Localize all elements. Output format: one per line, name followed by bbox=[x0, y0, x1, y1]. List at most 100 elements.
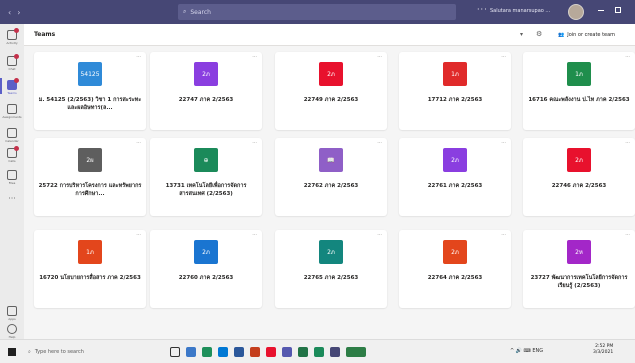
clock-date: 3/3/2021 bbox=[593, 350, 614, 355]
team-more-options-icon[interactable]: ··· bbox=[136, 54, 141, 60]
team-name: 22747 ภาค 2/2563 bbox=[178, 97, 234, 103]
team-card[interactable]: ··· 2ภ 22747 ภาค 2/2563 bbox=[150, 52, 262, 130]
team-card[interactable]: ··· ⊕ 13731 เทคโนโลยีเพื่อการจัดการสารสนเท… bbox=[150, 138, 262, 216]
team-more-options-icon[interactable]: ··· bbox=[501, 232, 506, 238]
search-box[interactable]: ⌕ Search bbox=[178, 4, 456, 20]
team-card[interactable]: ··· 2ผ 25722 การบริหารโครงการ และทรัพยากรก… bbox=[34, 138, 146, 216]
word-icon[interactable] bbox=[234, 347, 244, 357]
team-card[interactable]: ··· 2ภ 22746 ภาค 2/2563 bbox=[523, 138, 635, 216]
forward-icon[interactable]: › bbox=[17, 8, 20, 17]
team-more-options-icon[interactable]: ··· bbox=[501, 140, 506, 146]
team-name: 25722 การบริหารโครงการ และทรัพยากรการศึก… bbox=[38, 183, 142, 197]
team-more-options-icon[interactable]: ··· bbox=[252, 232, 257, 238]
windows-start-icon[interactable] bbox=[8, 348, 16, 356]
app-icon[interactable] bbox=[314, 347, 324, 357]
join-button-label: Join or create team bbox=[567, 32, 616, 38]
notification-badge bbox=[14, 54, 19, 59]
team-more-options-icon[interactable]: ··· bbox=[252, 54, 257, 60]
edge-icon[interactable] bbox=[202, 347, 212, 357]
store-icon[interactable] bbox=[218, 347, 228, 357]
rail-item-calendar[interactable]: Calendar bbox=[0, 128, 24, 143]
rail-item-teams[interactable]: Teams bbox=[0, 78, 24, 95]
gear-icon[interactable]: ⚙ bbox=[536, 30, 542, 38]
team-name: 16720 นโยบายการสื่อสาร ภาค 2/2563 bbox=[39, 275, 141, 281]
more-apps-icon[interactable]: ··· bbox=[0, 194, 24, 203]
taskbar-search-placeholder: Type here to search bbox=[34, 349, 84, 355]
team-card[interactable]: ··· 2ภ 22749 ภาค 2/2563 bbox=[275, 52, 387, 130]
team-more-options-icon[interactable]: ··· bbox=[625, 54, 630, 60]
rail-label: Activity bbox=[6, 41, 18, 45]
team-avatar: 2ภ bbox=[194, 62, 218, 86]
team-more-options-icon[interactable]: ··· bbox=[625, 232, 630, 238]
team-card[interactable]: ··· 54125 ม. 54125 (2/2563) วิชา 1 การสะระ… bbox=[34, 52, 146, 130]
app-icon[interactable] bbox=[330, 347, 340, 357]
rail-item-help[interactable]: Help bbox=[0, 324, 24, 339]
taskbar-search[interactable]: ⌕ Type here to search bbox=[28, 345, 140, 359]
team-more-options-icon[interactable]: ··· bbox=[501, 54, 506, 60]
file-icon bbox=[7, 170, 17, 180]
title-bar: ‹ › ⌕ Search ··· Salutara manarsupao ... bbox=[0, 0, 635, 24]
people-add-icon: 👥 bbox=[558, 32, 565, 38]
team-avatar: 1ภ bbox=[443, 62, 467, 86]
team-name: 16716 คณะพลังงาน ป.ไท ภาค 2/2563 bbox=[528, 97, 630, 103]
app-rail: Activity Chat Teams Assignments Calendar… bbox=[0, 24, 24, 339]
team-more-options-icon[interactable]: ··· bbox=[377, 232, 382, 238]
team-more-options-icon[interactable]: ··· bbox=[252, 140, 257, 146]
team-card[interactable]: ··· 1ภ 16716 คณะพลังงาน ป.ไท ภาค 2/2563 bbox=[523, 52, 635, 130]
team-card[interactable]: ··· 2ภ 22764 ภาค 2/2563 bbox=[399, 230, 511, 308]
chrome-icon[interactable] bbox=[266, 347, 276, 357]
avatar[interactable] bbox=[568, 4, 584, 20]
rail-item-files[interactable]: Files bbox=[0, 170, 24, 185]
team-name: 22749 ภาค 2/2563 bbox=[303, 97, 359, 103]
file-explorer-icon[interactable] bbox=[186, 347, 196, 357]
team-card[interactable]: ··· 📖 22762 ภาค 2/2563 bbox=[275, 138, 387, 216]
task-view-icon[interactable] bbox=[170, 347, 180, 357]
team-avatar: 📖 bbox=[319, 148, 343, 172]
rail-label: Teams bbox=[7, 91, 17, 95]
team-more-options-icon[interactable]: ··· bbox=[377, 140, 382, 146]
team-card[interactable]: ··· 1ภ 16720 นโยบายการสื่อสาร ภาค 2/2563 bbox=[34, 230, 146, 308]
rail-item-assignments[interactable]: Assignments bbox=[0, 104, 24, 119]
chat-icon bbox=[7, 54, 19, 66]
team-name: 22746 ภาค 2/2563 bbox=[551, 183, 607, 189]
rail-item-activity[interactable]: Activity bbox=[0, 28, 24, 45]
team-avatar: 2ภ bbox=[443, 240, 467, 264]
team-avatar: 2ภ bbox=[319, 62, 343, 86]
team-more-options-icon[interactable]: ··· bbox=[136, 140, 141, 146]
team-more-options-icon[interactable]: ··· bbox=[136, 232, 141, 238]
page-title: Teams bbox=[34, 31, 56, 38]
rail-label: Files bbox=[8, 181, 16, 185]
search-icon: ⌕ bbox=[183, 8, 187, 15]
minimize-button[interactable] bbox=[598, 10, 604, 11]
join-or-create-team-button[interactable]: 👥 Join or create team bbox=[554, 29, 628, 41]
system-tray[interactable]: ^ 🔊 ⌨ ENG bbox=[510, 348, 543, 354]
rail-item-calls[interactable]: Calls bbox=[0, 146, 24, 163]
excel-icon[interactable] bbox=[298, 347, 308, 357]
user-name: Salutara manarsupao ... bbox=[490, 8, 551, 14]
team-more-options-icon[interactable]: ··· bbox=[377, 54, 382, 60]
powerpoint-icon[interactable] bbox=[250, 347, 260, 357]
back-icon[interactable]: ‹ bbox=[8, 8, 11, 17]
rail-item-chat[interactable]: Chat bbox=[0, 54, 24, 71]
rail-label: Apps bbox=[8, 317, 16, 321]
team-card[interactable]: ··· 2ภ 22761 ภาค 2/2563 bbox=[399, 138, 511, 216]
history-nav: ‹ › bbox=[8, 8, 20, 17]
team-card[interactable]: ··· 1ภ 17712 ภาค 2/2563 bbox=[399, 52, 511, 130]
rail-item-apps[interactable]: Apps bbox=[0, 306, 24, 321]
team-card[interactable]: ··· 2ภ 22765 ภาค 2/2563 bbox=[275, 230, 387, 308]
filter-icon[interactable]: ▾ bbox=[520, 31, 523, 38]
team-avatar: 1ภ bbox=[78, 240, 102, 264]
teams-icon bbox=[7, 78, 19, 90]
team-more-options-icon[interactable]: ··· bbox=[625, 140, 630, 146]
clock[interactable]: 2:52 PM 3/3/2021 bbox=[593, 344, 613, 356]
team-avatar: 1ภ bbox=[567, 62, 591, 86]
team-card[interactable]: ··· 2ภ 22760 ภาค 2/2563 bbox=[150, 230, 262, 308]
more-options-icon[interactable]: ··· bbox=[477, 5, 488, 14]
assignments-icon bbox=[7, 104, 17, 114]
apps-icon bbox=[7, 306, 17, 316]
app-icon[interactable] bbox=[346, 347, 366, 357]
maximize-button[interactable] bbox=[615, 7, 621, 13]
team-name: 22760 ภาค 2/2563 bbox=[178, 275, 234, 281]
teams-taskbar-icon[interactable] bbox=[282, 347, 292, 357]
team-card[interactable]: ··· 2ห 23727 พัฒนาการเทคโนโลยีการจัดการเรี… bbox=[523, 230, 635, 308]
